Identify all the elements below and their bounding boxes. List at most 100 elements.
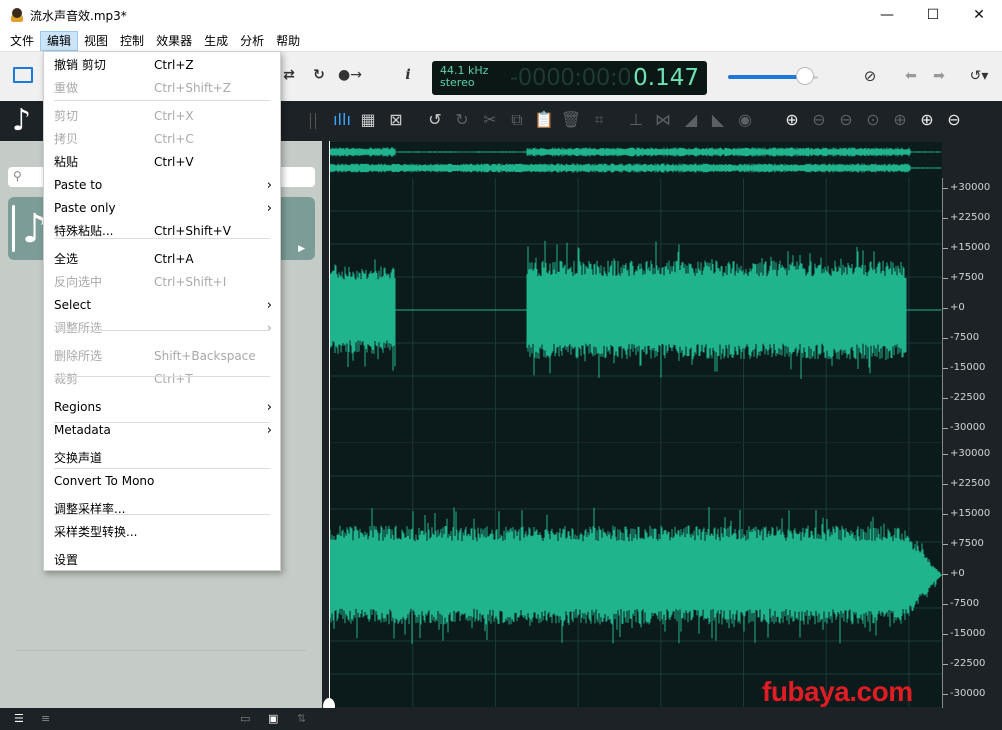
channel-left[interactable] — [329, 178, 942, 442]
grip-icon — [310, 113, 316, 129]
compact-view-icon[interactable]: ≡ — [41, 712, 50, 725]
menu-item-label: 全选 — [54, 252, 79, 266]
menu-item-shortcut: Ctrl+Shift+I — [154, 275, 227, 289]
menu-item-paste-special[interactable]: 特殊粘贴... Ctrl+Shift+V — [44, 220, 280, 243]
waveform-path — [329, 506, 942, 644]
amplitude-label: +15000 — [950, 242, 991, 253]
menu-item-settings[interactable]: 设置 — [44, 549, 280, 572]
monitor-icon[interactable]: ⊘ — [860, 66, 880, 86]
sort-icon[interactable]: ⇅ — [297, 712, 306, 725]
menu-item-label: 剪切 — [54, 109, 79, 123]
chevron-right-icon: › — [266, 201, 272, 216]
menu-separator — [54, 238, 270, 239]
menu-item-label: 裁剪 — [54, 372, 79, 386]
amplitude-label: -15000 — [950, 362, 986, 373]
amplitude-label: -15000 — [950, 628, 986, 639]
menu-item-convert-to-mono[interactable]: Convert To Mono — [44, 470, 280, 493]
menu-edit[interactable]: 编辑 — [40, 30, 79, 51]
zoom-fit-icon[interactable]: ⊖ — [835, 110, 857, 129]
close-button[interactable]: ✕ — [956, 0, 1002, 30]
menu-item-paste-only[interactable]: Paste only › — [44, 197, 280, 220]
forward-icon[interactable]: ➡ — [930, 66, 948, 86]
menu-control[interactable]: 控制 — [114, 31, 150, 51]
volume-slider[interactable] — [728, 67, 818, 85]
menu-separator — [54, 376, 270, 377]
menu-item-trim: 裁剪 Ctrl+T — [44, 368, 280, 391]
menu-item-adjust-selection: 调整所选 › — [44, 317, 280, 340]
spectrum-view-icon[interactable]: ▦ — [357, 110, 379, 129]
time-display-dim: -0000:00:0 — [510, 65, 632, 91]
redo-icon[interactable]: ↻ — [451, 110, 473, 129]
menu-effects[interactable]: 效果器 — [150, 31, 198, 51]
paste-icon[interactable]: 📋 — [533, 110, 555, 129]
amplitude-label: +30000 — [950, 448, 991, 459]
menu-item-shortcut: Ctrl+Shift+Z — [154, 81, 231, 95]
playhead[interactable] — [329, 141, 330, 704]
menu-item-paste[interactable]: 粘贴 Ctrl+V — [44, 151, 280, 174]
cut-icon[interactable]: ✂ — [479, 110, 501, 129]
zoom-out-icon[interactable]: ⊖ — [808, 110, 830, 129]
menu-item-select-all[interactable]: 全选 Ctrl+A — [44, 248, 280, 271]
follow-cursor-icon[interactable]: ●→ — [338, 66, 362, 84]
image-icon[interactable]: ▣ — [268, 712, 278, 725]
crop-icon[interactable]: ⌗ — [588, 110, 610, 130]
menu-item-regions[interactable]: Regions › — [44, 396, 280, 419]
fade-in-icon[interactable]: ◢ — [680, 110, 702, 129]
undo-icon[interactable]: ↺ — [424, 110, 446, 129]
loop-marker-icon[interactable]: ↻ — [309, 66, 329, 84]
menu-item-label: 特殊粘贴... — [54, 224, 114, 238]
amplitude-label: +0 — [950, 568, 965, 579]
menu-help[interactable]: 帮助 — [270, 31, 306, 51]
info-icon[interactable]: i — [400, 66, 416, 84]
normalize-icon[interactable]: ⊥ — [625, 110, 647, 129]
menu-separator — [54, 330, 270, 331]
edit-menu-dropdown: 撤销 剪切 Ctrl+Z 重做 Ctrl+Shift+Z 剪切 Ctrl+X 拷贝 Ctrl+… — [43, 51, 281, 571]
chevron-right-icon: › — [266, 178, 272, 193]
zoom-in-icon[interactable]: ⊕ — [781, 110, 803, 129]
menu-generate[interactable]: 生成 — [198, 31, 234, 51]
menu-item-label: Convert To Mono — [54, 474, 155, 488]
volume-slider-thumb[interactable] — [795, 67, 814, 85]
menu-analyze[interactable]: 分析 — [234, 31, 270, 51]
fade-out-icon[interactable]: ◣ — [707, 110, 729, 129]
ruler-line — [942, 178, 943, 708]
spectral-off-icon[interactable]: ⊠ — [385, 110, 407, 129]
menu-file[interactable]: 文件 — [4, 31, 40, 51]
waveform-view-icon[interactable]: ıllı — [331, 110, 353, 129]
amplitude-label: +22500 — [950, 478, 991, 489]
menu-item-select[interactable]: Select › — [44, 294, 280, 317]
menu-item-swap-channels[interactable]: 交换声道 — [44, 447, 280, 470]
app-window: 流水声音效.mp3* — ☐ ✕ 文件 编辑 视图 控制 效果器 生成 分析 帮… — [0, 0, 1002, 730]
zoom-out-v-icon[interactable]: ⊖ — [943, 110, 965, 129]
channel-right[interactable] — [329, 443, 942, 707]
sidebar-toggle-icon[interactable] — [13, 67, 33, 83]
zoom-all-icon[interactable]: ⊕ — [889, 110, 911, 129]
copy-icon[interactable]: ⧉ — [506, 110, 528, 130]
menu-item-shortcut: Ctrl+Shift+V — [154, 224, 231, 238]
menu-item-label: 删除所选 — [54, 349, 103, 363]
play-icon[interactable]: ▶ — [298, 244, 305, 254]
music-note-icon: ♪ — [12, 103, 32, 138]
delete-icon[interactable]: 🗑 — [560, 110, 582, 129]
menu-item-label: 撤销 剪切 — [54, 58, 106, 72]
menu-item-convert-sample-type[interactable]: 采样类型转换... — [44, 521, 280, 544]
minimize-button[interactable]: — — [864, 0, 910, 30]
amplitude-label: -22500 — [950, 392, 986, 403]
loop-region-icon[interactable]: ▭ — [240, 712, 250, 725]
silence-icon[interactable]: ◉ — [734, 110, 756, 129]
menu-item-paste-to[interactable]: Paste to › — [44, 174, 280, 197]
zoom-selection-icon[interactable]: ⊙ — [862, 110, 884, 129]
menu-item-undo[interactable]: 撤销 剪切 Ctrl+Z — [44, 54, 280, 77]
list-view-icon[interactable]: ☰ — [14, 712, 24, 725]
menu-item-resample[interactable]: 调整采样率... — [44, 498, 280, 521]
amplitude-label: -7500 — [950, 332, 980, 343]
window-title: 流水声音效.mp3* — [30, 8, 127, 23]
loop-icon[interactable]: ⇄ — [280, 66, 298, 84]
waveform-overview[interactable] — [329, 142, 942, 178]
back-icon[interactable]: ⬅ — [902, 66, 920, 86]
menu-view[interactable]: 视图 — [78, 31, 114, 51]
zoom-in-v-icon[interactable]: ⊕ — [916, 110, 938, 129]
history-icon[interactable]: ↺▾ — [964, 66, 994, 86]
mix-icon[interactable]: ⋈ — [652, 110, 674, 129]
maximize-button[interactable]: ☐ — [910, 0, 956, 30]
